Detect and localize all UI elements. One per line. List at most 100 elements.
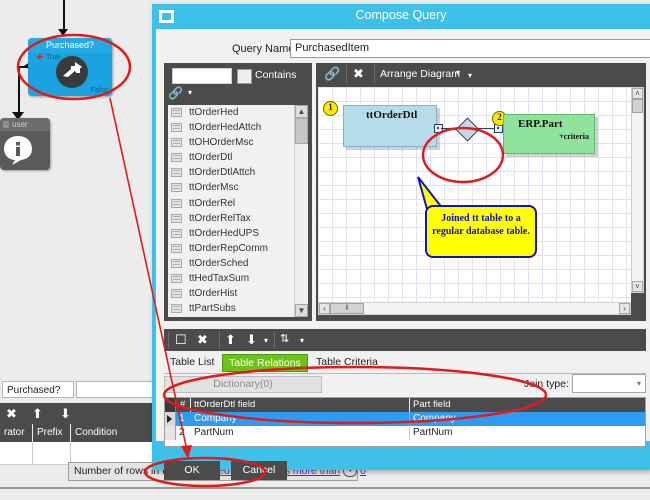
workflow-node-plus-icon[interactable]: + (36, 50, 44, 63)
relations-tabs: Table List Table Relations Table Criteri… (164, 354, 646, 374)
canvas-horizontal-scrollbar[interactable]: ‹ ‖ › (318, 302, 631, 315)
list-item[interactable]: ttOrderDtl (168, 150, 308, 165)
list-item[interactable]: ttOrderRel (168, 196, 308, 211)
tab-table-relations[interactable]: Table Relations (222, 354, 308, 372)
list-item-label: ttOrderDtlAttch (189, 167, 256, 179)
canvas-vertical-scrollbar[interactable]: ˄ ˅ (631, 87, 644, 293)
tables-panel: Contains 🔗 ▾ ▲ ▼ ttOrderHed ttOrderHedAtt… (164, 63, 312, 321)
close-x-icon[interactable]: ✖ (353, 66, 364, 82)
list-item[interactable]: ttOrderSched (168, 256, 308, 271)
grid-row-indicator (165, 426, 176, 440)
table-icon (171, 274, 182, 284)
list-item[interactable]: ttHedTaxSum (168, 271, 308, 286)
move-down-icon[interactable]: ⬇ (60, 406, 71, 421)
list-item-label: ttOrderSched (189, 257, 249, 269)
table-icon (171, 304, 182, 314)
list-item-label: ttOrderHist (189, 288, 238, 300)
join-type-select[interactable]: ▾ (572, 374, 646, 393)
arrange-diagram-button[interactable]: Arrange Diagram (380, 68, 460, 80)
tab-table-list[interactable]: Table List (164, 354, 220, 372)
list-item[interactable]: ttOrderRepComm (168, 241, 308, 256)
ok-button[interactable]: OK (164, 461, 220, 480)
move-up-icon[interactable]: ⬆ (32, 406, 43, 421)
cancel-button[interactable]: Cancel (231, 461, 287, 480)
table-list[interactable]: ▲ ▼ ttOrderHed ttOrderHedAttch ttOHOrderMs… (168, 105, 308, 317)
list-item-label: ttOHOrderMsc (189, 137, 254, 149)
list-item[interactable]: ttOrderRelTax (168, 211, 308, 226)
new-relation-icon[interactable]: ☐ (175, 332, 187, 348)
tables-link-row: 🔗 ▾ (168, 86, 192, 102)
query-diagram-canvas[interactable]: 1 ttOrderDtl 2 ERP.Part +criteria Joined… (318, 87, 631, 305)
workflow-node-user[interactable]: user (0, 118, 50, 170)
list-item-label: ttOrderRel (189, 197, 236, 209)
table-row[interactable]: 2 PartNum PartNum (165, 426, 645, 440)
bottom-filler (0, 489, 650, 500)
diagram-toolbar: 🔗 ✖ Arrange Diagram ▾ ▾ (316, 63, 646, 85)
list-item-label: ttOrderMsc (189, 182, 239, 194)
diagram-entity-erp-part[interactable]: ERP.Part +criteria (503, 114, 595, 154)
condition-col-operator: rator (4, 427, 25, 438)
list-item-label: ttHedTaxSum (189, 273, 250, 285)
list-item-label: ttOrderHedUPS (189, 227, 260, 239)
condition-col-condition: Condition (75, 427, 118, 438)
grid-col-left-field: ttOrderDtl field (194, 399, 256, 410)
condition-name-field[interactable]: Purchased? (2, 381, 74, 398)
move-down-icon[interactable]: ⬇ (246, 332, 257, 348)
workflow-arrowhead-in (58, 29, 68, 36)
canvas-scroll-up-button[interactable]: ˄ (632, 88, 643, 99)
link-icon[interactable]: 🔗 (168, 86, 183, 100)
sort-az-icon[interactable]: ⇅ (280, 332, 289, 345)
canvas-scroll-down-button[interactable]: ˅ (632, 281, 643, 292)
list-item[interactable]: ttOrderMsc (168, 180, 308, 195)
list-item[interactable]: ttOrderHedAttch (168, 120, 308, 135)
contains-checkbox[interactable] (237, 69, 252, 84)
dictionary-button[interactable]: Dictionary(0) (164, 376, 322, 393)
link-icon[interactable]: 🔗 (324, 66, 340, 82)
list-item-label: ttOrderHed (189, 107, 239, 118)
chevron-down-icon[interactable]: ▾ (637, 379, 641, 388)
chevron-down-icon[interactable]: ▾ (264, 336, 268, 345)
condition-toolbar: ✖ ⬆ ⬇ (0, 403, 158, 424)
canvas-scroll-right-button[interactable]: › (619, 303, 630, 314)
query-name-input[interactable]: PurchasedItem (290, 39, 650, 58)
table-row[interactable]: 1 Company Company (165, 412, 645, 426)
diagram-entity-ttorderdtl[interactable]: ttOrderDtl (343, 105, 437, 147)
workflow-decision-icon (56, 56, 88, 88)
join-diamond-icon[interactable] (455, 117, 480, 142)
table-icon (171, 213, 182, 223)
condition-cell-prefix (32, 442, 71, 464)
arrange-diagram-caret-icon[interactable]: ▾ (456, 68, 460, 77)
table-icon (171, 183, 182, 193)
diagram-entity-criteria: +criteria (559, 132, 589, 141)
list-item[interactable]: ttOrderHedUPS (168, 226, 308, 241)
relations-grid[interactable]: # ttOrderDtl field Part field 1 Company … (164, 397, 646, 447)
grid-col-right-field: Part field (413, 399, 451, 410)
workflow-connector-in (63, 0, 65, 31)
tab-table-criteria[interactable]: Table Criteria (310, 354, 384, 372)
grid-cell-right-field: PartNum (413, 427, 453, 438)
delete-relation-icon[interactable]: ✖ (197, 332, 208, 348)
compose-query-dialog: Compose Query Query Name: PurchasedItem … (152, 4, 650, 480)
table-icon (171, 198, 182, 208)
chevron-down-icon[interactable]: ▾ (188, 88, 192, 97)
info-bubble-icon (3, 135, 33, 165)
canvas-scroll-left-button[interactable]: ‹ (319, 303, 330, 314)
workflow-node-purchased[interactable]: Purchased? + True False (28, 38, 112, 96)
condition-cell-operator (0, 442, 33, 464)
table-icon (171, 168, 182, 178)
toolbar-overflow-caret-icon[interactable]: ▾ (468, 71, 472, 80)
list-item[interactable]: ttOrderHed (168, 105, 308, 120)
table-icon (171, 258, 182, 268)
delete-icon[interactable]: ✖ (6, 406, 17, 421)
list-item[interactable]: ttOHOrderMsc (168, 135, 308, 150)
move-up-icon[interactable]: ⬆ (225, 332, 236, 348)
chevron-down-icon[interactable]: ▾ (300, 336, 304, 345)
canvas-vscroll-thumb[interactable] (632, 99, 643, 113)
list-item[interactable]: ttOrderDtlAttch (168, 165, 308, 180)
dialog-title-bar[interactable]: Compose Query (152, 4, 650, 29)
table-filter-input[interactable] (172, 68, 232, 84)
canvas-hscroll-thumb[interactable]: ‖ (330, 303, 364, 314)
contains-label: Contains (255, 69, 297, 81)
list-item[interactable]: ttPartSubs (168, 301, 308, 316)
list-item[interactable]: ttOrderHist (168, 286, 308, 301)
